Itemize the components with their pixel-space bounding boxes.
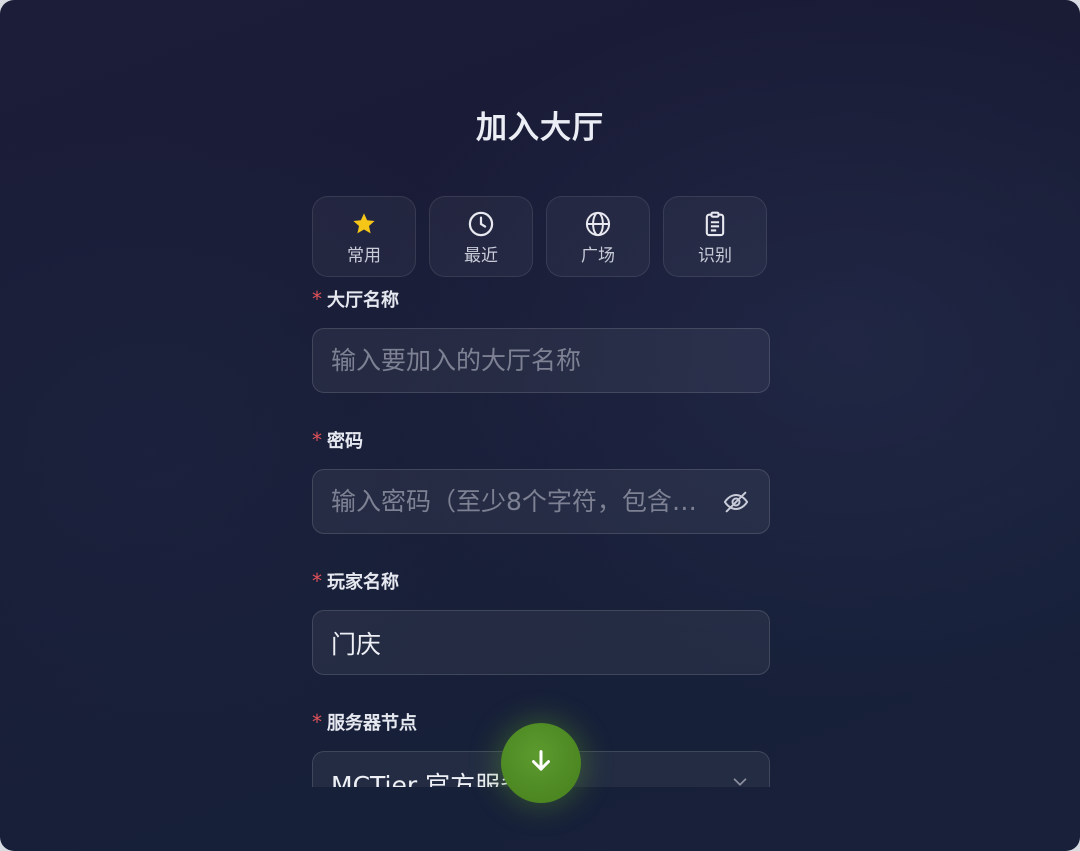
password-label-text: 密码 — [327, 431, 363, 452]
password-label: * 密码 — [312, 427, 363, 453]
scroll-down-button[interactable] — [501, 723, 581, 803]
server-node-label: * 服务器节点 — [312, 709, 417, 735]
required-mark: * — [312, 710, 322, 734]
arrow-down-icon — [526, 746, 556, 780]
chevron-down-icon — [729, 771, 751, 788]
required-mark: * — [312, 428, 322, 452]
tab-favorites[interactable]: 常用 — [312, 196, 416, 277]
lobby-name-field — [312, 328, 770, 393]
tab-plaza[interactable]: 广场 — [546, 196, 650, 277]
tab-plaza-label: 广场 — [581, 246, 615, 266]
player-name-label: * 玩家名称 — [312, 568, 399, 594]
clipboard-icon — [701, 210, 729, 238]
lobby-name-label-text: 大厅名称 — [327, 290, 399, 311]
tab-recognize[interactable]: 识别 — [663, 196, 767, 277]
required-mark: * — [312, 569, 322, 593]
lobby-name-input[interactable] — [331, 346, 751, 375]
tab-recognize-label: 识别 — [698, 246, 732, 266]
lobby-name-label: * 大厅名称 — [312, 286, 399, 312]
star-icon — [350, 210, 378, 238]
password-input[interactable] — [331, 487, 713, 516]
clock-icon — [467, 210, 495, 238]
required-mark: * — [312, 287, 322, 311]
password-field — [312, 469, 770, 534]
quick-tabs: 常用 最近 广场 识别 — [312, 196, 767, 277]
eye-off-icon[interactable] — [721, 487, 751, 517]
player-name-field — [312, 610, 770, 675]
player-name-label-text: 玩家名称 — [327, 572, 399, 593]
tab-recent-label: 最近 — [464, 246, 498, 266]
page-title: 加入大厅 — [476, 110, 604, 146]
player-name-input[interactable] — [331, 628, 751, 657]
join-lobby-window: 加入大厅 常用 最近 广场 识别 * 大厅名称 输入要加入的大厅名称 * 密码 … — [0, 0, 1080, 851]
server-node-label-text: 服务器节点 — [327, 713, 417, 734]
globe-icon — [584, 210, 612, 238]
tab-recent[interactable]: 最近 — [429, 196, 533, 277]
tab-favorites-label: 常用 — [347, 246, 381, 266]
